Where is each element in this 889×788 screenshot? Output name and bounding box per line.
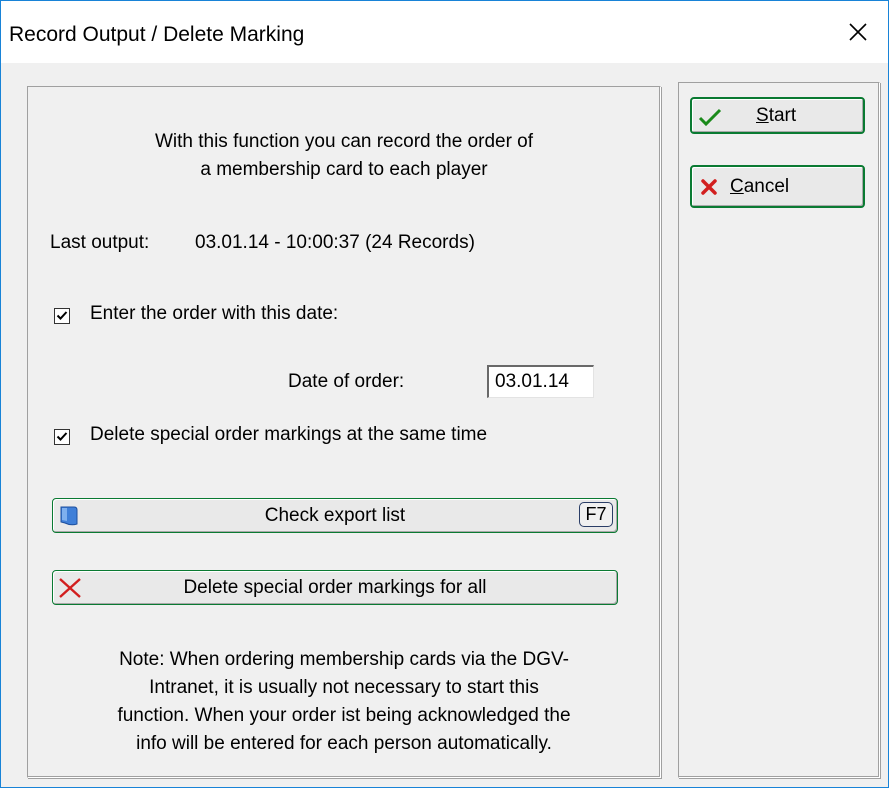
title-bar: Record Output / Delete Marking <box>1 1 888 63</box>
last-output-value: 03.01.14 - 10:00:37 (24 Records) <box>195 232 475 253</box>
cancel-button[interactable]: Cancel <box>690 165 865 208</box>
window-title: Record Output / Delete Marking <box>9 23 305 46</box>
intro-text-line1: With this function you can record the or… <box>154 131 534 152</box>
check-export-list-button[interactable]: Check export list F7 <box>52 498 618 533</box>
note-line3: function. When your order ist being ackn… <box>117 705 571 726</box>
note-line4: info will be entered for each person aut… <box>136 733 552 754</box>
dialog-window: Record Output / Delete Marking With this… <box>0 0 889 788</box>
checkmark-icon <box>56 311 68 320</box>
enter-order-checkbox[interactable] <box>54 308 70 324</box>
checkmark-icon <box>56 432 68 441</box>
start-mnemonic: S <box>756 105 769 126</box>
red-x-icon <box>701 179 717 195</box>
main-panel: With this function you can record the or… <box>27 86 661 778</box>
date-of-order-label: Date of order: <box>288 371 405 392</box>
start-label-rest: tart <box>768 105 797 126</box>
start-button-label: Start <box>756 105 796 127</box>
enter-order-label: Enter the order with this date: <box>90 303 339 324</box>
note-line1: Note: When ordering membership cards via… <box>119 649 569 670</box>
close-button[interactable] <box>828 1 888 63</box>
cancel-label-rest: ancel <box>743 176 790 197</box>
delete-all-markings-label: Delete special order markings for all <box>183 577 487 598</box>
start-button[interactable]: Start <box>690 97 865 134</box>
intro-text-line2: a membership card to each player <box>200 159 488 180</box>
cancel-mnemonic: C <box>730 176 744 197</box>
check-export-list-label: Check export list <box>264 505 406 526</box>
dialog-client-area: With this function you can record the or… <box>1 63 888 787</box>
side-panel: Start Cancel <box>678 82 880 778</box>
note-line2: Intranet, it is usually not necessary to… <box>149 677 539 698</box>
f7-shortcut-badge: F7 <box>579 502 613 527</box>
delete-all-markings-button[interactable]: Delete special order markings for all <box>52 570 618 605</box>
cancel-button-label: Cancel <box>730 176 789 198</box>
close-icon <box>849 23 867 41</box>
last-output-label: Last output: <box>50 232 150 253</box>
delete-markings-checkbox[interactable] <box>54 429 70 445</box>
green-check-icon <box>698 108 722 127</box>
date-of-order-input[interactable] <box>487 365 594 398</box>
delete-markings-label: Delete special order markings at the sam… <box>90 424 488 445</box>
